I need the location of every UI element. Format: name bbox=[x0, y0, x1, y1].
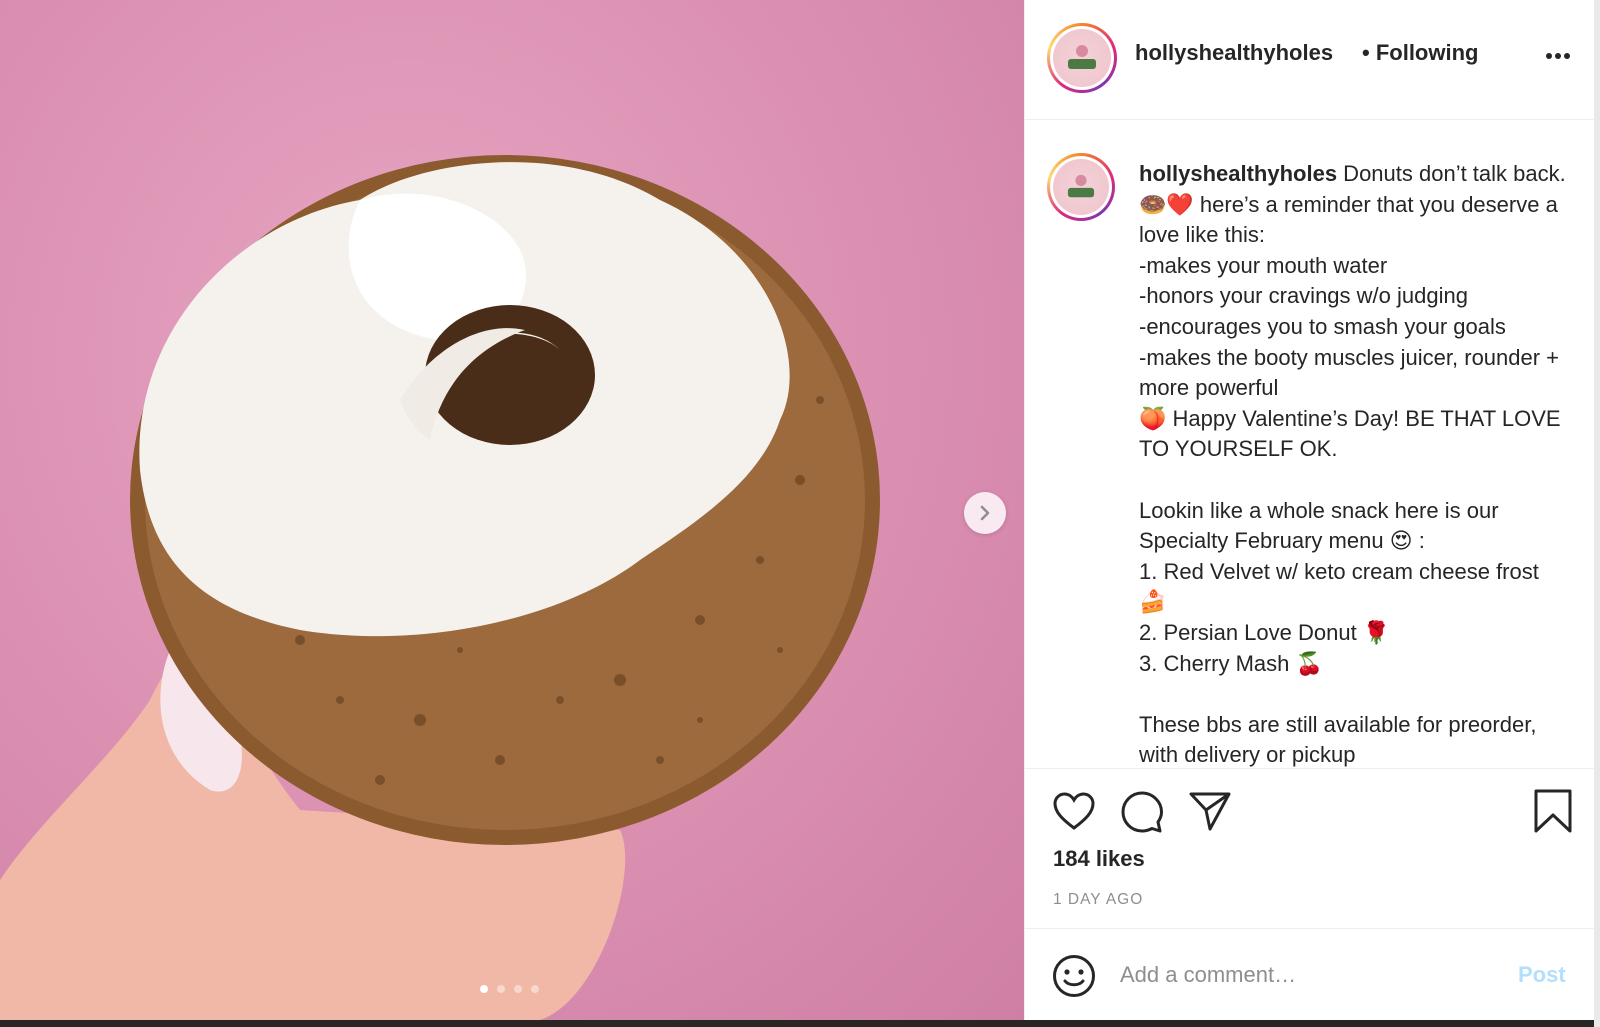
post-timestamp[interactable]: 1 DAY AGO bbox=[1053, 891, 1143, 909]
send-icon[interactable] bbox=[1189, 791, 1231, 831]
avatar[interactable] bbox=[1047, 23, 1117, 93]
following-label: Following bbox=[1375, 40, 1479, 65]
post-header: hollyshealthyholes • Following bbox=[1025, 0, 1600, 120]
more-horizontal-icon[interactable] bbox=[1545, 52, 1571, 60]
chevron-right-icon bbox=[980, 505, 990, 521]
carousel-dot bbox=[514, 985, 522, 993]
bottom-edge bbox=[0, 1020, 1600, 1027]
carousel-dot bbox=[497, 985, 505, 993]
header-username[interactable]: hollyshealthyholes bbox=[1135, 40, 1333, 66]
bookmark-icon[interactable] bbox=[1534, 789, 1572, 833]
carousel-next-button[interactable] bbox=[964, 492, 1006, 534]
comment-bar: Post bbox=[1025, 928, 1600, 1020]
likes-count[interactable]: 184 likes bbox=[1053, 846, 1145, 872]
brand-logo-icon bbox=[1068, 45, 1096, 69]
caption-area: hollyshealthyholes Donuts don’t talk bac… bbox=[1025, 121, 1600, 768]
brand-logo-icon bbox=[1067, 174, 1095, 198]
following-status[interactable]: • Following bbox=[1362, 40, 1478, 66]
carousel-dots bbox=[480, 985, 539, 993]
caption-avatar[interactable] bbox=[1047, 153, 1115, 221]
heart-icon[interactable] bbox=[1052, 791, 1096, 831]
caption-text: hollyshealthyholes Donuts don’t talk bac… bbox=[1139, 159, 1569, 768]
comment-input[interactable] bbox=[1120, 955, 1500, 995]
donut-photo bbox=[0, 155, 880, 1020]
header-separator: • bbox=[1362, 40, 1370, 65]
window-edge bbox=[1594, 0, 1600, 1027]
carousel-dot bbox=[531, 985, 539, 993]
caption-username[interactable]: hollyshealthyholes bbox=[1139, 161, 1337, 186]
caption-body: Donuts don’t talk back. 🍩❤️ here’s a rem… bbox=[1139, 161, 1566, 768]
smiley-icon[interactable] bbox=[1052, 954, 1096, 998]
post-side-panel: hollyshealthyholes • Following hollyshea… bbox=[1024, 0, 1600, 1020]
carousel-dot bbox=[480, 985, 488, 993]
post-media[interactable] bbox=[0, 0, 1024, 1020]
post-actions: 184 likes 1 DAY AGO bbox=[1025, 768, 1600, 928]
post-comment-button[interactable]: Post bbox=[1518, 962, 1566, 988]
comment-icon[interactable] bbox=[1121, 791, 1163, 833]
